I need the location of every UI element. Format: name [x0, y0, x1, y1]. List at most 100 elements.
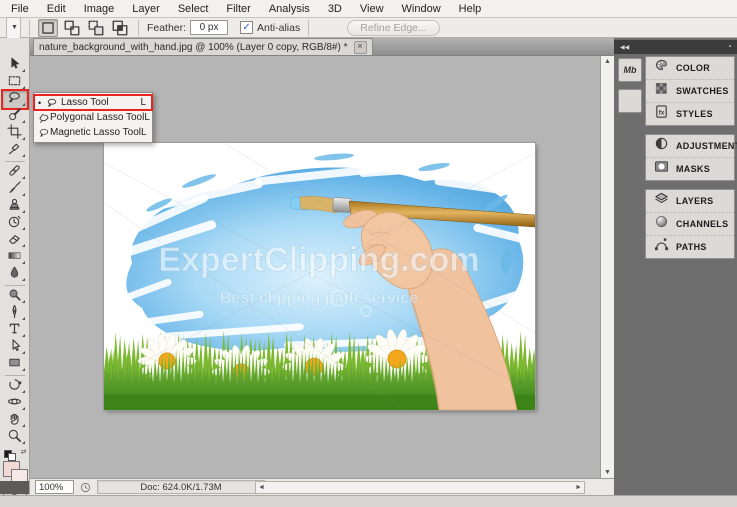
menu-filter[interactable]: Filter: [217, 0, 259, 18]
anti-alias-checkbox[interactable]: ✓: [240, 21, 254, 34]
dock-menu-icon[interactable]: ▪: [729, 44, 731, 50]
rectangular-marquee-tool[interactable]: [3, 74, 27, 91]
feather-input[interactable]: [190, 20, 229, 35]
layers-icon: [654, 191, 669, 211]
hand-tool[interactable]: [3, 412, 27, 429]
collapse-dock-icon[interactable]: ◀◀: [620, 44, 629, 51]
panel-button-swatches[interactable]: SWATCHES: [646, 80, 734, 103]
window-bottom-edge: [0, 495, 737, 507]
gradient-tool[interactable]: [3, 249, 27, 266]
options-bar: ▼ Feather: ✓ Anti-alias Refine Edge...: [0, 16, 737, 45]
tool-palette: ⇄: [0, 38, 30, 506]
brush-tool[interactable]: [3, 180, 27, 198]
scroll-down-icon[interactable]: ▼: [601, 469, 614, 476]
close-icon[interactable]: ×: [353, 40, 367, 54]
clock-icon: [80, 482, 91, 492]
add-to-selection-button[interactable]: [62, 19, 82, 37]
panel-button-paths[interactable]: PATHS: [646, 236, 734, 258]
move-tool[interactable]: [3, 57, 27, 74]
horizontal-scrollbar[interactable]: ◄ ►: [255, 481, 585, 494]
eraser-tool[interactable]: [3, 232, 27, 249]
toolstrip-footer: [0, 481, 29, 494]
watermark-title: ExpertClipping.com: [158, 241, 479, 279]
scroll-right-icon[interactable]: ►: [575, 484, 582, 491]
masks-icon: [654, 159, 669, 179]
feather-label: Feather:: [146, 21, 187, 34]
pen-tool[interactable]: [3, 304, 27, 322]
zoom-icon: [7, 428, 22, 448]
panel-button-styles[interactable]: fx STYLES: [646, 103, 734, 125]
flyout-item-shortcut: L: [144, 112, 150, 123]
lasso-tool[interactable]: [0, 89, 29, 110]
history-brush-tool[interactable]: [3, 215, 27, 232]
color-icon: [654, 58, 669, 78]
flyout-item-magnetic-lasso-tool[interactable]: Magnetic Lasso Tool L: [34, 125, 152, 140]
chevron-down-icon: ▼: [11, 24, 18, 31]
panel-button-channels[interactable]: CHANNELS: [646, 213, 734, 236]
color-swatch-area: ⇄: [2, 448, 28, 485]
scroll-up-icon[interactable]: ▲: [601, 58, 614, 65]
flyout-item-polygonal-lasso-tool[interactable]: Polygonal Lasso Tool L: [34, 110, 152, 125]
panel-button-adjustments[interactable]: ADJUSTMENTS: [646, 135, 737, 158]
spot-healing-brush-tool[interactable]: [3, 164, 27, 181]
intersect-selection-button[interactable]: [110, 19, 130, 37]
scroll-left-icon[interactable]: ◄: [258, 484, 265, 491]
type-tool[interactable]: [3, 322, 27, 339]
panel-label: ADJUSTMENTS: [676, 141, 737, 151]
vertical-scrollbar[interactable]: ▲ ▼: [600, 56, 614, 478]
panel-button-layers[interactable]: LAYERS: [646, 190, 734, 213]
panel-group: COLOR SWATCHES fx STYLES: [645, 56, 735, 126]
divider: [308, 19, 310, 36]
document-tab[interactable]: nature_background_with_hand.jpg @ 100% (…: [33, 38, 373, 55]
zoom-tool[interactable]: [3, 429, 27, 446]
swatches-icon: [654, 81, 669, 101]
panel-group: LAYERS CHANNELS PATHS: [645, 189, 735, 259]
menu-image[interactable]: Image: [75, 0, 124, 18]
swap-colors-icon[interactable]: ⇄: [21, 448, 27, 456]
panel-button-masks[interactable]: MASKS: [646, 158, 734, 180]
flyout-item-lasso-tool[interactable]: • Lasso Tool L: [33, 94, 153, 111]
menu-file[interactable]: File: [2, 0, 38, 18]
rectangle-shape-tool[interactable]: [3, 356, 27, 373]
zoom-level-field[interactable]: 100%: [35, 480, 74, 494]
watermark-subtitle: Best clipping path service: [220, 290, 418, 307]
status-bar: 100% Doc: 624.0K/1.73M ▶ ◄ ►: [30, 478, 614, 495]
canvas-image[interactable]: ExpertClipping.com Best clipping path se…: [62, 142, 571, 439]
default-colors-icon[interactable]: [3, 450, 16, 461]
new-selection-button[interactable]: [37, 18, 58, 37]
mini-bridge-icon: Mb: [623, 65, 637, 75]
menu-layer[interactable]: Layer: [123, 0, 169, 18]
refine-edge-button[interactable]: Refine Edge...: [347, 19, 440, 36]
menu-help[interactable]: Help: [450, 0, 491, 18]
document-size-field[interactable]: Doc: 624.0K/1.73M: [97, 480, 265, 494]
menu-3d[interactable]: 3D: [319, 0, 351, 18]
lasso-tool-flyout: • Lasso Tool L Polygonal Lasso Tool L Magneti…: [33, 92, 153, 143]
dodge-tool[interactable]: [3, 288, 27, 305]
flyout-item-label: Magnetic Lasso Tool: [50, 127, 141, 138]
shape-icon: [7, 355, 22, 375]
quick-selection-tool[interactable]: [3, 107, 27, 125]
panel-label: CHANNELS: [676, 219, 729, 229]
menu-analysis[interactable]: Analysis: [260, 0, 319, 18]
clone-stamp-tool[interactable]: [3, 198, 27, 215]
panel-label: LAYERS: [676, 196, 714, 206]
mini-bridge-panel-button[interactable]: Mb: [618, 58, 642, 82]
panel-button-color[interactable]: COLOR: [646, 57, 734, 80]
eyedropper-tool[interactable]: [3, 142, 27, 159]
path-selection-tool[interactable]: [3, 338, 27, 356]
history-panel-button[interactable]: [618, 89, 644, 119]
crop-tool[interactable]: [3, 123, 27, 142]
menu-select[interactable]: Select: [169, 0, 218, 18]
rotate-3d-tool[interactable]: [3, 378, 27, 395]
menu-edit[interactable]: Edit: [38, 0, 75, 18]
orbit-3d-tool[interactable]: [3, 395, 27, 412]
blur-tool[interactable]: [3, 266, 27, 283]
subtract-from-selection-button[interactable]: [86, 19, 106, 37]
tool-preset-picker[interactable]: ▼: [6, 16, 23, 45]
dock-header[interactable]: ◀◀ ▪: [614, 40, 737, 54]
panel-group: ADJUSTMENTS MASKS: [645, 134, 737, 181]
menu-view[interactable]: View: [351, 0, 393, 18]
menu-window[interactable]: Window: [393, 0, 450, 18]
panel-dock: ◀◀ ▪ Mb COLOR SWATCHES fx STYLES ADJUSTMENTS…: [614, 38, 737, 495]
panel-label: PATHS: [676, 242, 707, 252]
